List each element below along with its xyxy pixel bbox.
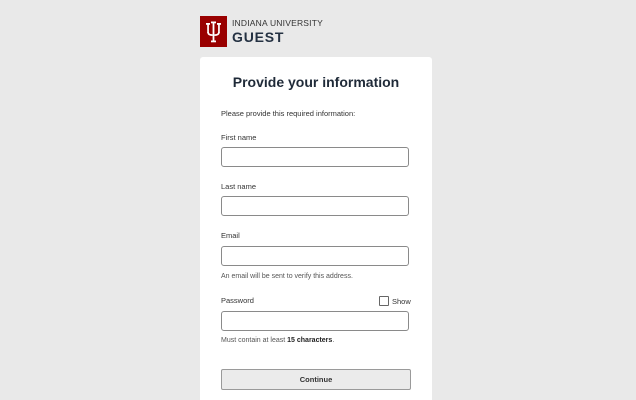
info-form-card: Provide your information Please provide …: [200, 57, 432, 400]
brand-header: INDIANA UNIVERSITY GUEST: [200, 16, 323, 47]
password-hint-suffix: .: [332, 337, 335, 344]
email-hint: An email will be sent to verify this add…: [221, 273, 353, 280]
show-password-label: Show: [392, 296, 411, 306]
last-name-label: Last name: [221, 182, 257, 191]
show-password-checkbox[interactable]: [379, 296, 389, 306]
password-label: Password: [221, 296, 254, 305]
last-name-input[interactable]: [221, 196, 409, 216]
password-hint: Must contain at least 15 characters.: [221, 337, 334, 344]
iu-logo-icon: [200, 16, 227, 47]
app-name: GUEST: [232, 28, 285, 45]
email-label: Email: [221, 231, 240, 240]
continue-button[interactable]: Continue: [221, 369, 411, 390]
password-hint-prefix: Must contain at least: [221, 337, 288, 344]
password-hint-requirement: 15 characters: [287, 337, 333, 344]
show-password-toggle[interactable]: Show: [379, 296, 411, 306]
page: INDIANA UNIVERSITY GUEST Provide your in…: [0, 0, 636, 400]
form-title: Provide your information: [232, 74, 400, 90]
email-input[interactable]: [221, 246, 409, 266]
first-name-label: First name: [221, 133, 257, 142]
form-instructions: Please provide this required information…: [221, 109, 356, 118]
password-input[interactable]: [221, 311, 409, 331]
brand-text: INDIANA UNIVERSITY GUEST: [232, 18, 323, 46]
university-name: INDIANA UNIVERSITY: [232, 17, 323, 28]
first-name-input[interactable]: [221, 147, 409, 167]
